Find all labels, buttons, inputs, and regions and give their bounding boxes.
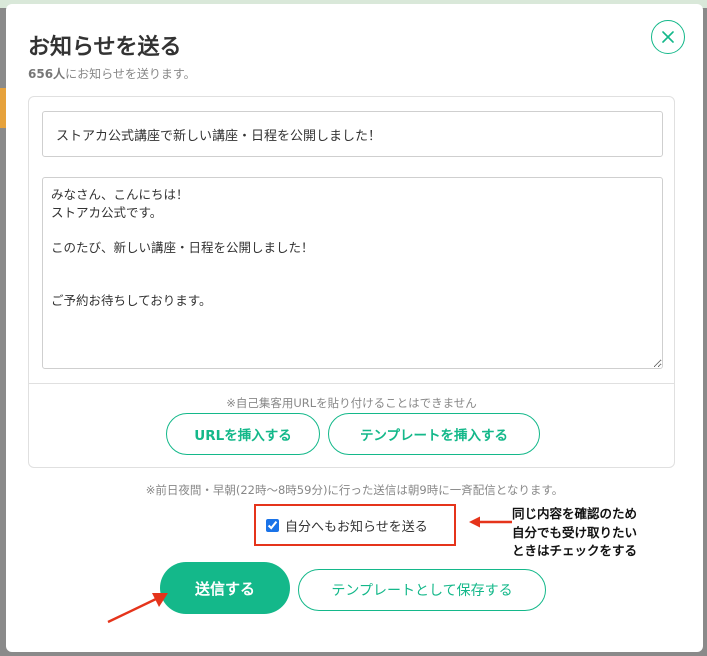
annotation-arrow-icon: [469, 516, 512, 528]
insert-template-button[interactable]: テンプレートを挿入する: [328, 413, 540, 455]
modal-subtitle: 656人にお知らせを送ります。: [28, 66, 196, 82]
insert-url-button[interactable]: URLを挿入する: [166, 413, 320, 455]
send-arrow-icon: [107, 593, 168, 624]
send-notice-modal: お知らせを送る 656人にお知らせを送ります。 みなさん、こんにちは！ ストアカ…: [6, 4, 703, 652]
schedule-note: ※前日夜間・早朝(22時〜8時59分)に行った送信は朝9時に一斉配信となります。: [145, 483, 564, 497]
url-note: ※自己集客用URLを貼り付けることはできません: [226, 396, 477, 410]
panel-divider: [29, 383, 674, 384]
self-send-option[interactable]: 自分へもお知らせを送る: [254, 504, 456, 546]
subject-input[interactable]: [42, 111, 663, 157]
subtitle-text: にお知らせを送ります。: [65, 67, 196, 81]
message-body-textarea[interactable]: みなさん、こんにちは！ ストアカ公式です。 このたび、新しい講座・日程を公開しま…: [42, 177, 663, 369]
self-send-checkbox[interactable]: [266, 518, 279, 532]
self-send-label: 自分へもお知らせを送る: [285, 519, 428, 535]
annotation-text: 同じ内容を確認のため 自分でも受け取りたい ときはチェックをする: [512, 506, 638, 559]
message-form-panel: みなさん、こんにちは！ ストアカ公式です。 このたび、新しい講座・日程を公開しま…: [28, 96, 675, 468]
modal-title: お知らせを送る: [28, 35, 182, 60]
close-button[interactable]: [651, 20, 685, 54]
close-icon: [662, 31, 674, 43]
recipient-count: 656人: [28, 67, 66, 81]
send-button[interactable]: 送信する: [160, 562, 290, 614]
save-as-template-button[interactable]: テンプレートとして保存する: [298, 569, 546, 611]
